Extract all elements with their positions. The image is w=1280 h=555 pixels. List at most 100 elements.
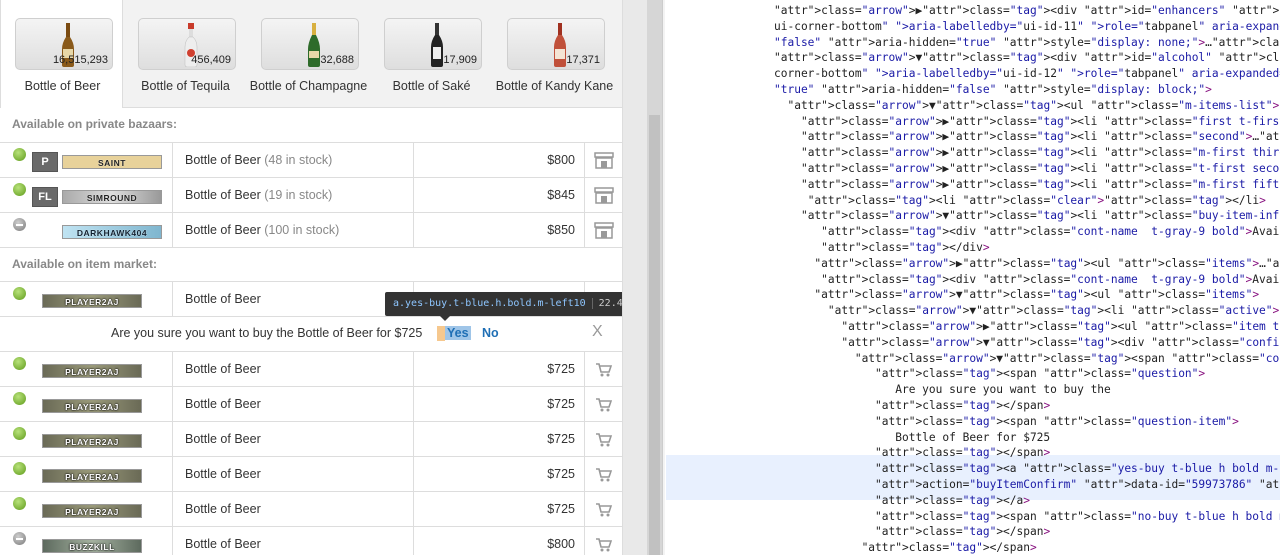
dom-node-line[interactable]: "attr">class="tag"><li "attr">class="cle… <box>774 193 1266 209</box>
tab-count: 17,909 <box>443 54 477 66</box>
item-price: $800 <box>547 537 575 551</box>
item-market-heading: Available on item market: <box>12 257 157 271</box>
cart-icon[interactable] <box>594 501 614 518</box>
tab-label: Bottle of Champagne <box>249 79 368 93</box>
sake-bottle-icon <box>431 23 443 67</box>
dom-node-line[interactable]: "attr">class="arrow">▶"attr">class="tag"… <box>774 177 1280 193</box>
item-tabs: 16,515,293 Bottle of Beer 456,409 Bottle… <box>0 0 622 108</box>
market-row: PLAYER2AJ Bottle of Beer $725 <box>0 456 622 491</box>
dom-node-line[interactable]: "attr">class="arrow">▶"attr">class="tag"… <box>774 3 1280 19</box>
dom-node-line[interactable]: "attr">class="tag"></a> <box>774 493 1030 509</box>
cart-icon[interactable] <box>594 361 614 378</box>
seller-name[interactable]: BUZZKILL <box>42 539 142 553</box>
dom-node-line[interactable]: "attr">class="tag"><div "attr">class="co… <box>774 272 1280 288</box>
seller-name[interactable]: PLAYER2AJ <box>42 294 142 308</box>
item-price: $725 <box>547 397 575 411</box>
market-row: PLAYER2AJ Bottle of Beer $725 <box>0 351 622 386</box>
dom-node-line[interactable]: "attr">class="tag"><span "attr">class="n… <box>774 509 1280 525</box>
dom-node-line[interactable]: "attr">class="arrow">▼"attr">class="tag"… <box>774 351 1280 367</box>
dom-node-line[interactable]: "attr">class="tag"><span "attr">class="q… <box>774 414 1239 430</box>
item-price: $850 <box>547 223 575 237</box>
kandy-kane-bottle-icon <box>554 23 566 67</box>
dom-node-line[interactable]: "attr">class="tag"><span "attr">class="q… <box>774 366 1205 382</box>
seller-name[interactable]: SAINT <box>62 155 162 169</box>
bazaar-shop-icon[interactable] <box>594 222 614 239</box>
dom-node-line[interactable]: "attr">class="arrow">▼"attr">class="tag"… <box>774 50 1280 66</box>
market-row: PLAYER2AJ Bottle of Beer $725 <box>0 386 622 421</box>
item-price: $725 <box>547 432 575 446</box>
online-status-icon <box>13 462 26 475</box>
devtools-elements-panel: "attr">class="arrow">▶"attr">class="tag"… <box>666 0 1280 555</box>
item-name: Bottle of Beer <box>185 292 261 306</box>
item-price: $725 <box>547 362 575 376</box>
dom-node-line[interactable]: "attr">class="tag"><div "attr">class="co… <box>774 224 1280 240</box>
offline-status-icon <box>13 532 26 545</box>
dom-node-line[interactable]: "attr">class="tag"></div> <box>774 240 989 256</box>
dom-node-line[interactable]: "attr">class="tag"></span> <box>774 445 1050 461</box>
close-icon[interactable]: X <box>592 323 603 341</box>
confirm-question: Are you sure you want to buy the Bottle … <box>111 326 423 340</box>
dom-node-line[interactable]: "attr">class="arrow">▶"attr">class="tag"… <box>774 161 1280 177</box>
seller-name[interactable]: PLAYER2AJ <box>42 434 142 448</box>
offline-status-icon <box>13 218 26 231</box>
cart-icon[interactable] <box>594 396 614 413</box>
seller-name[interactable]: PLAYER2AJ <box>42 364 142 378</box>
market-row: BUZZKILL Bottle of Beer $800 <box>0 526 622 555</box>
dom-node-line[interactable]: Are you sure you want to buy the <box>774 382 1111 398</box>
dom-node-line[interactable]: "attr">class="arrow">▼"attr">class="tag"… <box>774 287 1259 303</box>
dom-node-line[interactable]: "attr">class="tag"></span> <box>774 540 1037 555</box>
confirm-yes-button[interactable]: Yes <box>445 326 471 340</box>
seller-name[interactable]: PLAYER2AJ <box>42 504 142 518</box>
devtools-divider[interactable] <box>662 0 665 555</box>
cart-icon[interactable] <box>594 536 614 553</box>
confirm-no-button[interactable]: No <box>482 326 499 340</box>
bazaar-row: DARKHAWK404 Bottle of Beer (100 in stock… <box>0 212 622 247</box>
bazaar-shop-icon[interactable] <box>594 187 614 204</box>
item-name: Bottle of Beer <box>185 502 261 516</box>
item-price: $800 <box>547 153 575 167</box>
faction-badge: P <box>32 152 58 172</box>
dom-node-line[interactable]: "attr">action="buyItemConfirm" "attr">da… <box>774 477 1280 493</box>
dom-node-line[interactable]: "attr">class="arrow">▶"attr">class="tag"… <box>774 319 1280 335</box>
champagne-bottle-icon <box>308 23 320 67</box>
dom-node-line[interactable]: "attr">class="arrow">▶"attr">class="tag"… <box>774 145 1280 161</box>
dom-node-line[interactable]: "attr">class="tag"></span> <box>774 524 1050 540</box>
item-name: Bottle of Beer (19 in stock) <box>185 188 333 202</box>
dom-node-line[interactable]: "attr">class="arrow">▼"attr">class="tag"… <box>774 98 1279 114</box>
dom-node-line[interactable]: "attr">class="arrow">▶"attr">class="tag"… <box>774 256 1280 272</box>
dom-node-line[interactable]: "true" "attr">aria-hidden="false" "attr"… <box>774 82 1212 98</box>
item-name: Bottle of Beer <box>185 432 261 446</box>
dom-node-line[interactable]: "attr">class="arrow">▼"attr">class="tag"… <box>774 208 1280 224</box>
dom-node-line[interactable]: ui-corner-bottom" ">aria-labelledby="ui-… <box>774 19 1280 35</box>
tab-label: Bottle of Kandy Kane <box>495 79 614 93</box>
dom-node-line[interactable]: "attr">class="arrow">▶"attr">class="tag"… <box>774 114 1280 130</box>
dom-node-line[interactable]: "attr">class="arrow">▶"attr">class="tag"… <box>774 129 1280 145</box>
tab-bottle-of-tequila[interactable]: 456,409 Bottle of Tequila <box>124 0 247 108</box>
cart-icon[interactable] <box>594 431 614 448</box>
tab-label: Bottle of Beer <box>24 79 101 93</box>
seller-name[interactable]: DARKHAWK404 <box>62 225 162 239</box>
cart-icon[interactable] <box>594 466 614 483</box>
dom-node-line[interactable]: "attr">class="tag"><a "attr">class="yes-… <box>774 461 1280 477</box>
dom-node-line[interactable]: corner-bottom" ">aria-labelledby="ui-id-… <box>774 66 1280 82</box>
online-status-icon <box>13 392 26 405</box>
tooltip-selector: a.yes-buy.t-blue.h.bold.m-left10 <box>393 298 586 309</box>
dom-node-line[interactable]: "attr">class="arrow">▼"attr">class="tag"… <box>774 335 1280 351</box>
seller-name[interactable]: PLAYER2AJ <box>42 399 142 413</box>
item-name: Bottle of Beer <box>185 467 261 481</box>
inspect-tooltip: a.yes-buy.t-blue.h.bold.m-left10 22.41 × … <box>385 292 622 321</box>
seller-name[interactable]: PLAYER2AJ <box>42 469 142 483</box>
tab-bottle-of-champagne[interactable]: 32,688 Bottle of Champagne <box>247 0 370 108</box>
seller-name[interactable]: SIMROUND <box>62 190 162 204</box>
dom-node-line[interactable]: "false" "attr">aria-hidden="true" "attr"… <box>774 35 1280 51</box>
item-name: Bottle of Beer (100 in stock) <box>185 223 340 237</box>
tab-bottle-of-sake[interactable]: 17,909 Bottle of Saké <box>370 0 493 108</box>
item-price: $845 <box>547 188 575 202</box>
dom-node-line[interactable]: "attr">class="arrow">▼"attr">class="tag"… <box>774 303 1279 319</box>
bazaar-shop-icon[interactable] <box>594 152 614 169</box>
tab-bottle-of-kandy-kane[interactable]: 17,371 Bottle of Kandy Kane <box>493 0 616 108</box>
tab-bottle-of-beer[interactable]: 16,515,293 Bottle of Beer <box>0 0 123 108</box>
dom-node-line[interactable]: Bottle of Beer for $725 <box>774 430 1050 446</box>
scrollbar-thumb[interactable] <box>649 115 660 555</box>
dom-node-line[interactable]: "attr">class="tag"></span> <box>774 398 1050 414</box>
